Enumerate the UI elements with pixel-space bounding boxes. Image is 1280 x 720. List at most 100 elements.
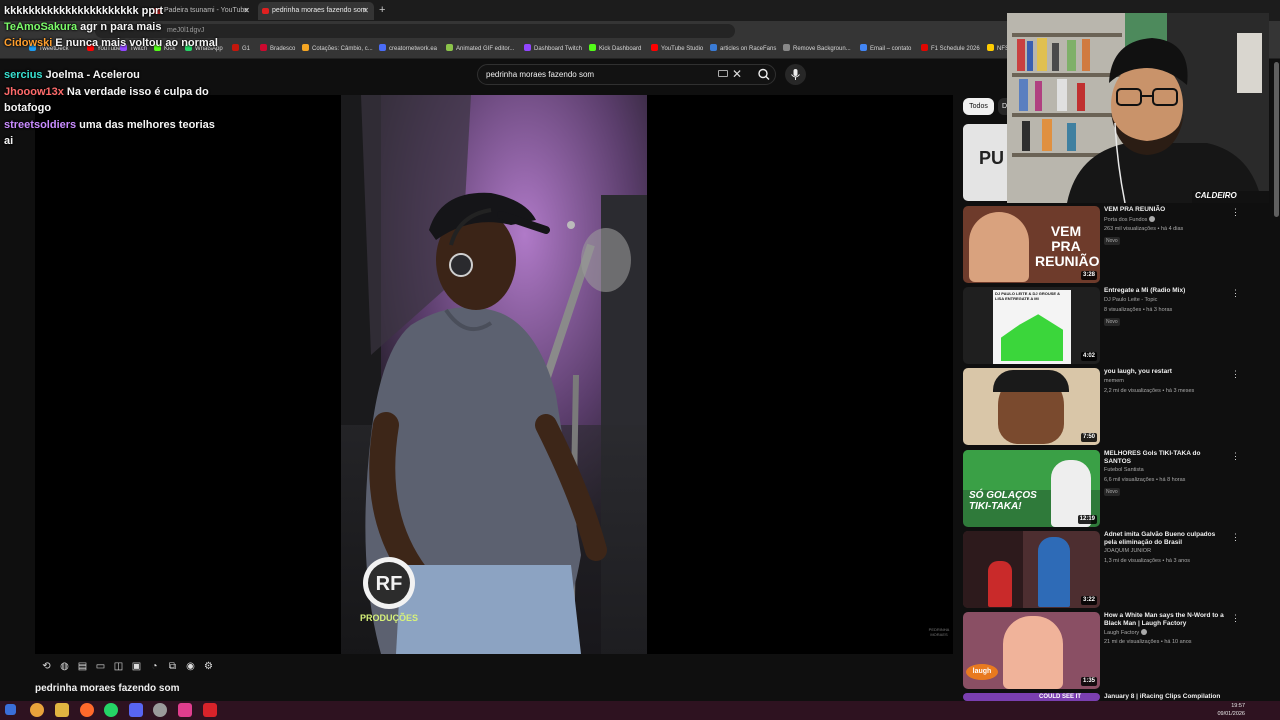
more-options-icon[interactable]: ⋮ — [1231, 531, 1240, 543]
bookmark-favicon-icon — [651, 44, 658, 51]
stereo-icon[interactable]: ◍ — [58, 660, 71, 673]
obs-icon[interactable] — [153, 703, 167, 717]
singer-video-still: RF — [341, 95, 647, 654]
streamer-webcam: CALDEIRO — [1007, 13, 1269, 203]
chat-message: sercius Joelma - Acelerou — [4, 67, 222, 83]
clear-search-icon[interactable]: ✕ — [732, 66, 742, 82]
bookmark-item[interactable]: Remove Backgroun... — [783, 44, 851, 54]
more-options-icon[interactable]: ⋮ — [1231, 368, 1240, 380]
verified-check-icon — [1141, 629, 1148, 635]
bookmark-favicon-icon — [524, 44, 531, 51]
thumbnail-text: PU — [979, 148, 1005, 168]
more-options-icon[interactable]: ⋮ — [1231, 287, 1240, 299]
bookmark-item[interactable]: Email – contato — [860, 44, 911, 54]
thumbnail-hair — [993, 370, 1069, 392]
recommendation-thumbnail[interactable]: DJ PAULO LEITE & DJ GROUSE & LISA ENTREG… — [963, 287, 1100, 364]
new-tab-button[interactable]: + — [379, 3, 385, 17]
more-options-icon[interactable]: ⋮ — [1231, 206, 1240, 218]
app-icon-3[interactable] — [203, 703, 217, 717]
screenshot-icon[interactable]: ▤ — [76, 660, 89, 673]
view-count-and-date: 2,2 mi de visualizações • há 3 meses — [1104, 388, 1195, 394]
recommendation-title[interactable]: January 8 | iRacing Clips Compilation — [1104, 693, 1229, 701]
recommendation-title[interactable]: Adnet imita Galvão Bueno culpados pela e… — [1104, 531, 1229, 547]
bookmark-label: Remove Backgroun... — [793, 46, 851, 52]
theater-icon[interactable]: ▭ — [94, 660, 107, 673]
channel-name[interactable]: DJ Paulo Leite - Topic — [1104, 297, 1157, 304]
bookmark-item[interactable]: G1 — [232, 44, 250, 54]
view-count-and-date: 263 mil visualizações • há 4 dias — [1104, 226, 1184, 232]
recommendation-title[interactable]: you laugh, you restart — [1104, 368, 1229, 376]
browser-tab-active[interactable]: pedrinha moraes fazendo som ✕ — [258, 2, 374, 20]
view-count-and-date: 6,6 mil visualizações • há 8 horas — [1104, 477, 1186, 483]
discord-icon[interactable] — [129, 703, 143, 717]
bookmark-label: YouTube Studio — [661, 46, 704, 52]
bookmark-favicon-icon — [783, 44, 790, 51]
close-tab-icon[interactable]: ✕ — [362, 2, 369, 20]
loop-icon[interactable]: ⟲ — [40, 660, 53, 673]
settings-gear-icon[interactable]: ⚙ — [202, 660, 215, 673]
scrollbar[interactable] — [1274, 62, 1279, 217]
channel-name[interactable]: Futebol Santista — [1104, 467, 1144, 474]
recommendation-title[interactable]: How a White Man says the N-Word to a Bla… — [1104, 612, 1229, 628]
webcam-feed — [1007, 13, 1269, 203]
duration-badge: 1:35 — [1080, 677, 1097, 686]
channel-label: DJ Paulo Leite - Topic — [1104, 297, 1158, 303]
recommendation-thumbnail[interactable]: 7:50 — [963, 368, 1100, 445]
bookmark-item[interactable]: YouTube Studio — [651, 44, 703, 54]
bookmark-item[interactable]: Dashboard Twitch — [524, 44, 582, 54]
file-explorer-icon[interactable] — [55, 703, 69, 717]
app-icon[interactable] — [80, 703, 94, 717]
picture-in-picture-icon[interactable]: ▣ — [130, 660, 143, 673]
whatsapp-icon[interactable] — [104, 703, 118, 717]
bookmark-item[interactable]: articles on RaceFans — [710, 44, 776, 54]
chip-all[interactable]: Todos — [963, 98, 994, 115]
recommendation-title[interactable]: MELHORES Gols TIKI-TAKA do SANTOS — [1104, 450, 1229, 466]
bookmark-item[interactable]: Bradesco — [260, 44, 295, 54]
chat-message: Cidowski E nunca mais voltou ao normal — [4, 35, 222, 51]
chat-message: kkkkkkkkkkkkkkkkkkkkkk pprt — [4, 3, 222, 19]
channel-label: JOAQUIM JUNIOR — [1104, 548, 1152, 554]
recommendation-thumbnail[interactable]: VEM PRA REUNIÃO 3:28 — [963, 206, 1100, 283]
duration-badge: 7:50 — [1080, 433, 1097, 442]
bookmark-label: Email – contato — [870, 46, 912, 52]
recommendation-thumbnail[interactable]: laugh 1:35 — [963, 612, 1100, 689]
recommendation-title[interactable]: VEM PRA REUNIÃO — [1104, 206, 1229, 214]
search-button[interactable] — [752, 64, 776, 85]
bookmark-item[interactable]: Cotações: Câmbio, c... — [302, 44, 373, 54]
camera-icon[interactable]: ◉ — [184, 660, 197, 673]
duration-badge: 4:02 — [1080, 352, 1097, 361]
chat-username: Cidowski — [4, 37, 53, 49]
chrome-icon[interactable] — [30, 703, 44, 717]
bookmark-item[interactable]: NFS — [987, 44, 1009, 54]
bookmark-item[interactable]: Kick Dashboard — [589, 44, 641, 54]
bookmark-label: Cotações: Câmbio, c... — [312, 46, 373, 52]
popout-icon[interactable]: ⧉ — [166, 660, 179, 673]
bookmark-item[interactable]: Animated GIF editor... — [446, 44, 514, 54]
more-options-icon[interactable]: ⋮ — [1231, 612, 1240, 624]
channel-name[interactable]: Porta dos Fundos — [1104, 216, 1156, 224]
video-title: pedrinha moraes fazendo som — [35, 683, 180, 694]
clock-date: 09/01/2026 — [1217, 711, 1245, 717]
video-frame[interactable]: RF PRODUÇÕES — [341, 95, 647, 654]
clock-time: 19:57 — [1231, 703, 1245, 709]
miniplayer-icon[interactable]: ◫ — [112, 660, 125, 673]
recommendation-thumbnail[interactable]: COULD SEE IT — [963, 693, 1100, 701]
channel-name[interactable]: JOAQUIM JUNIOR — [1104, 548, 1151, 555]
bookmark-item[interactable]: F1 Schedule 2026 — [921, 44, 980, 54]
channel-name[interactable]: Laugh Factory — [1104, 629, 1148, 637]
app-icon-2[interactable] — [178, 703, 192, 717]
keyboard-icon[interactable] — [718, 70, 728, 77]
channel-name[interactable]: memem — [1104, 378, 1124, 385]
duration-badge: 3:22 — [1080, 596, 1097, 605]
recommendation-title[interactable]: Entregate a Mi (Radio Mix) — [1104, 287, 1229, 295]
speed-icon[interactable]: ◔ — [148, 660, 161, 673]
recommendation-thumbnail[interactable]: SÓ GOLAÇOS TIKI-TAKA! 12:19 — [963, 450, 1100, 527]
more-options-icon[interactable]: ⋮ — [1231, 450, 1240, 462]
bookmark-label: Dashboard Twitch — [534, 46, 582, 52]
close-tab-icon[interactable]: ✕ — [243, 2, 250, 20]
bookmark-item[interactable]: creatornetwork.ea — [379, 44, 437, 54]
start-windows-icon[interactable] — [5, 704, 16, 715]
recommendation-thumbnail[interactable]: 3:22 — [963, 531, 1100, 608]
video-watermark: PEDRINHA MORAES — [928, 627, 950, 637]
voice-search-button[interactable] — [785, 64, 806, 85]
